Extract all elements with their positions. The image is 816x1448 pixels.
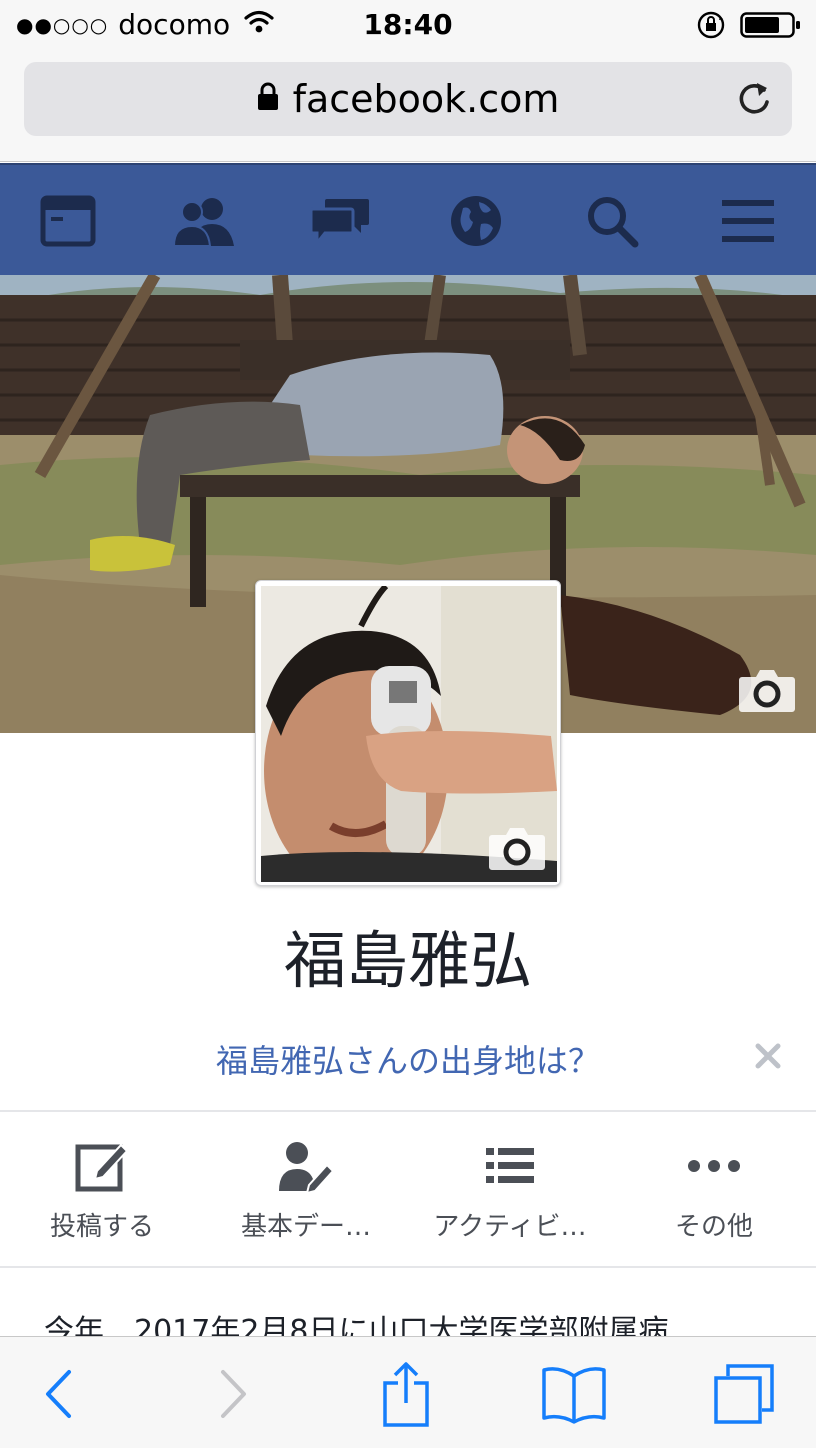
menu-icon[interactable] (716, 193, 780, 249)
activity-log-button[interactable]: アクティビ… (408, 1130, 612, 1250)
story-text: 今年 2017年2月8日に山口大学医学部附属病 (44, 1314, 669, 1338)
divider (0, 1266, 816, 1268)
hometown-prompt-link[interactable]: 福島雅弘さんの出身地は？ (0, 1036, 816, 1082)
list-icon (408, 1130, 612, 1202)
status-bar: ●●○○○ docomo 18:40 (0, 0, 816, 52)
basic-info-label: 基本デー… (240, 1212, 371, 1242)
orientation-lock-icon (696, 10, 726, 44)
battery-icon (740, 10, 802, 44)
browser-address-area: facebook.com (0, 52, 816, 162)
profile-camera-icon[interactable] (488, 825, 546, 871)
more-button[interactable]: その他 (612, 1130, 816, 1250)
profile-picture[interactable] (255, 580, 561, 886)
share-icon[interactable] (374, 1359, 438, 1429)
search-icon[interactable] (580, 193, 644, 249)
divider (0, 1110, 816, 1112)
tabs-icon[interactable] (706, 1359, 782, 1429)
address-bar[interactable]: facebook.com (24, 62, 792, 136)
basic-info-button[interactable]: 基本デー… (204, 1130, 408, 1250)
back-icon[interactable] (30, 1359, 86, 1429)
edit-profile-icon (204, 1130, 408, 1202)
post-button[interactable]: 投稿する (0, 1130, 204, 1250)
lock-icon (257, 82, 279, 116)
facebook-nav-bar (0, 163, 816, 275)
reload-icon[interactable] (736, 80, 772, 122)
status-icons (696, 10, 802, 44)
profile-name: 福島雅弘 (283, 924, 532, 997)
cover-camera-icon[interactable] (738, 667, 796, 713)
notifications-globe-icon[interactable] (444, 193, 508, 249)
clock: 18:40 (363, 8, 453, 41)
post-label: 投稿する (49, 1212, 154, 1242)
browser-toolbar (0, 1336, 816, 1448)
activity-log-label: アクティビ… (433, 1212, 587, 1242)
bookmarks-icon[interactable] (538, 1359, 610, 1429)
close-icon[interactable] (754, 1042, 782, 1070)
more-icon (612, 1130, 816, 1202)
news-feed-icon[interactable] (36, 193, 100, 249)
friends-icon[interactable] (172, 193, 236, 249)
compose-icon (0, 1130, 204, 1202)
messages-icon[interactable] (308, 193, 372, 249)
forward-icon[interactable] (206, 1359, 262, 1429)
url-text: facebook.com (292, 77, 560, 121)
more-label: その他 (674, 1212, 753, 1242)
